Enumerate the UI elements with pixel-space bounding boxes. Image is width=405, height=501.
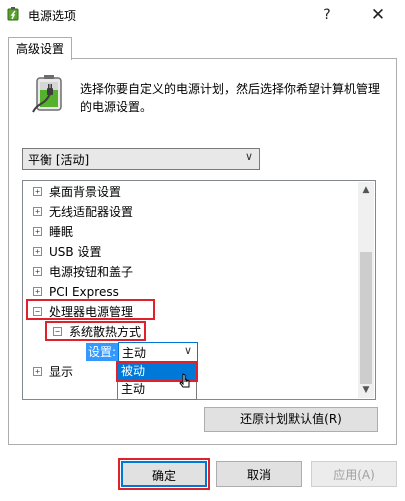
restore-defaults-button[interactable]: 还原计划默认值(R) xyxy=(204,407,378,432)
tree-item-label: USB 设置 xyxy=(49,245,102,259)
scroll-down-icon[interactable]: ▼ xyxy=(358,382,374,398)
battery-icon xyxy=(32,75,62,113)
tree-scrollbar[interactable]: ▲ ▼ xyxy=(358,182,374,398)
chevron-down-icon: ∨ xyxy=(183,344,192,357)
tree-item-label: 无线适配器设置 xyxy=(49,205,134,219)
tree-item-display[interactable]: + 显示 xyxy=(33,363,73,381)
tree-item-power-buttons[interactable]: + 电源按钮和盖子 xyxy=(33,263,133,281)
cooling-policy-select[interactable]: 主动 ∨ xyxy=(118,342,198,363)
close-button[interactable]: ✕ xyxy=(362,2,394,28)
expand-icon[interactable]: + xyxy=(33,187,42,196)
cancel-button[interactable]: 取消 xyxy=(216,461,302,487)
expand-icon[interactable]: + xyxy=(33,227,42,236)
scroll-up-icon[interactable]: ▲ xyxy=(358,182,374,198)
help-button[interactable]: ? xyxy=(316,4,338,26)
mouse-cursor-icon xyxy=(179,373,190,388)
expand-icon[interactable]: + xyxy=(33,267,42,276)
scroll-thumb[interactable] xyxy=(360,252,372,384)
highlight-cooling-policy xyxy=(45,321,146,341)
expand-icon[interactable]: + xyxy=(33,367,42,376)
apply-button[interactable]: 应用(A) xyxy=(311,461,397,487)
setting-label: 设置: xyxy=(86,343,119,361)
tab-advanced-settings[interactable]: 高级设置 xyxy=(8,37,72,60)
tree-item-usb[interactable]: + USB 设置 xyxy=(33,243,101,261)
description-text: 选择你要自定义的电源计划，然后选择你希望计算机管理的电源设置。 xyxy=(80,82,381,114)
chevron-down-icon: ∨ xyxy=(244,150,253,163)
window-title: 电源选项 xyxy=(28,9,77,23)
title-bar: 电源选项 ? ✕ xyxy=(0,0,405,30)
tree-item-wireless-adapter[interactable]: + 无线适配器设置 xyxy=(33,203,133,221)
expand-icon[interactable]: + xyxy=(33,247,42,256)
expand-icon[interactable]: + xyxy=(33,207,42,216)
highlight-ok-button xyxy=(118,458,210,490)
tree-item-label: 睡眠 xyxy=(49,225,74,239)
power-plan-select[interactable]: 平衡 [活动] ∨ xyxy=(22,148,260,170)
highlight-processor-power xyxy=(26,299,155,320)
tree-item-label: PCI Express xyxy=(49,285,119,299)
tree-item-desktop-background[interactable]: + 桌面背景设置 xyxy=(33,183,121,201)
cooling-policy-value: 主动 xyxy=(122,346,147,360)
tree-item-label: 显示 xyxy=(49,365,74,379)
power-plan-value: 平衡 [活动] xyxy=(28,153,90,167)
power-options-icon xyxy=(7,7,19,21)
tree-item-label: 桌面背景设置 xyxy=(49,185,122,199)
settings-tree[interactable]: + 桌面背景设置 + 无线适配器设置 + 睡眠 + USB 设置 + 电源按钮和盖子 + P… xyxy=(22,180,376,400)
tree-item-sleep[interactable]: + 睡眠 xyxy=(33,223,73,241)
tree-item-label: 电源按钮和盖子 xyxy=(49,265,134,279)
expand-icon[interactable]: + xyxy=(33,287,42,296)
